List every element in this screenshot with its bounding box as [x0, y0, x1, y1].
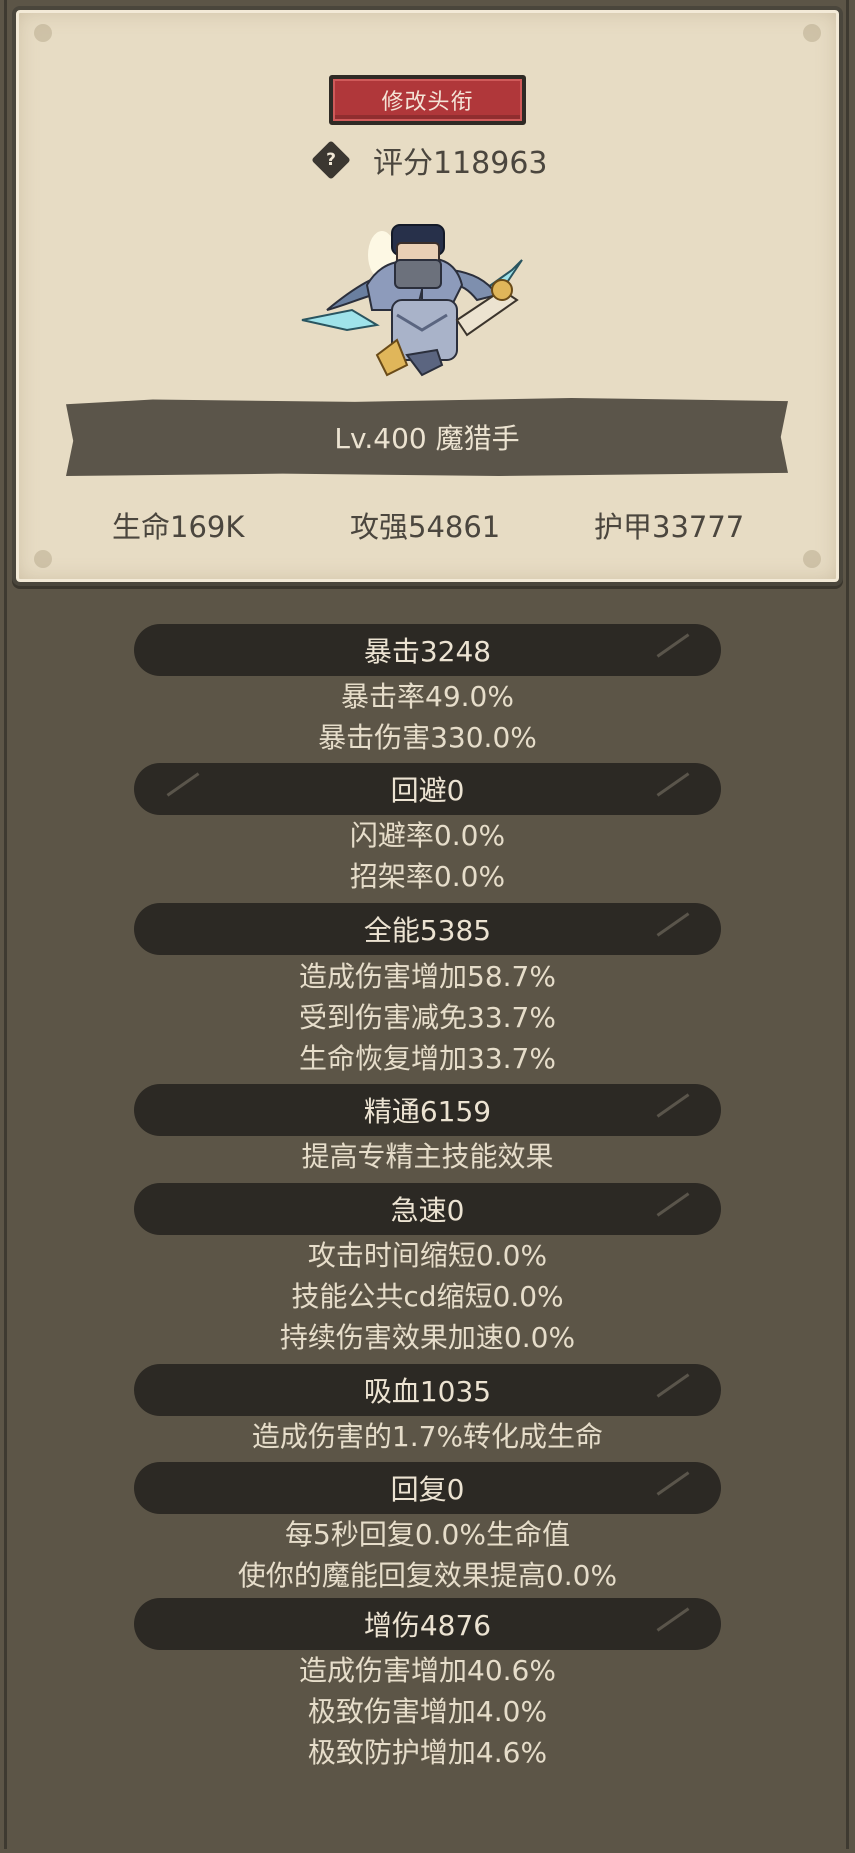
crit-header: 暴击3248: [134, 624, 721, 676]
character-name-banner: Lv.400 魔猎手: [66, 398, 788, 476]
haste-header: 急速0: [134, 1183, 721, 1235]
haste-dot: 持续伤害效果加速0.0%: [279, 1321, 576, 1354]
header-streak: [656, 772, 690, 797]
versatility-reduction: 受到伤害减免33.7%: [299, 1001, 556, 1034]
haste-attack-time: 攻击时间缩短0.0%: [307, 1239, 548, 1272]
panel-corner-stain: [803, 550, 821, 568]
versatility-damage: 造成伤害增加58.7%: [299, 960, 556, 993]
header-streak: [656, 1192, 690, 1217]
haste-gcd: 技能公共cd缩短0.0%: [291, 1280, 564, 1313]
main-stats-row: 生命169K 攻强54861 护甲33777: [30, 500, 825, 550]
panel-corner-stain: [34, 24, 52, 42]
leech-header: 吸血1035: [134, 1364, 721, 1416]
mastery-effect: 提高专精主技能效果: [301, 1140, 554, 1173]
damage-boost-damage: 造成伤害增加40.6%: [299, 1654, 556, 1687]
leech-header-label: 吸血1035: [363, 1375, 492, 1408]
header-streak: [656, 633, 690, 658]
panel-corner-stain: [34, 550, 52, 568]
versatility-recovery: 生命恢复增加33.7%: [299, 1042, 556, 1075]
header-streak: [656, 1607, 690, 1632]
life-stat: 生命169K: [112, 510, 245, 544]
change-title-button[interactable]: 修改头衔: [329, 75, 526, 125]
dodge-header-label: 回避0: [390, 774, 465, 807]
regen-header-label: 回复0: [390, 1473, 465, 1506]
leech-effect: 造成伤害的1.7%转化成生命: [251, 1420, 604, 1453]
regen-header: 回复0: [134, 1462, 721, 1514]
dodge-header: 回避0: [134, 763, 721, 815]
regen-life: 每5秒回复0.0%生命值: [285, 1518, 570, 1551]
mastery-header-label: 精通6159: [363, 1095, 492, 1128]
character-avatar: [301, 224, 523, 377]
haste-header-label: 急速0: [390, 1194, 465, 1227]
parry-rate: 招架率0.0%: [349, 860, 506, 893]
damage-boost-ultimate-defense: 极致防护增加4.6%: [307, 1736, 548, 1769]
header-streak: [656, 1093, 690, 1118]
crit-rate: 暴击率49.0%: [341, 680, 514, 713]
damage-boost-header: 增伤4876: [134, 1598, 721, 1650]
regen-mana: 使你的魔能回复效果提高0.0%: [237, 1559, 618, 1592]
damage-boost-header-label: 增伤4876: [363, 1609, 492, 1642]
header-streak: [166, 772, 200, 797]
mastery-header: 精通6159: [134, 1084, 721, 1136]
header-streak: [656, 912, 690, 937]
versatility-header: 全能5385: [134, 903, 721, 955]
header-streak: [656, 1373, 690, 1398]
crit-header-label: 暴击3248: [363, 635, 492, 668]
panel-corner-stain: [803, 24, 821, 42]
score-label: 评分118963: [373, 146, 548, 181]
crit-damage: 暴击伤害330.0%: [318, 721, 537, 754]
header-streak: [656, 1471, 690, 1496]
question-diamond-icon[interactable]: ?: [311, 140, 351, 180]
versatility-header-label: 全能5385: [363, 914, 492, 947]
armor-stat: 护甲33777: [594, 510, 745, 544]
attack-power-stat: 攻强54861: [350, 510, 501, 544]
dodge-rate: 闪避率0.0%: [349, 819, 506, 852]
damage-boost-ultimate-damage: 极致伤害增加4.0%: [307, 1695, 548, 1728]
